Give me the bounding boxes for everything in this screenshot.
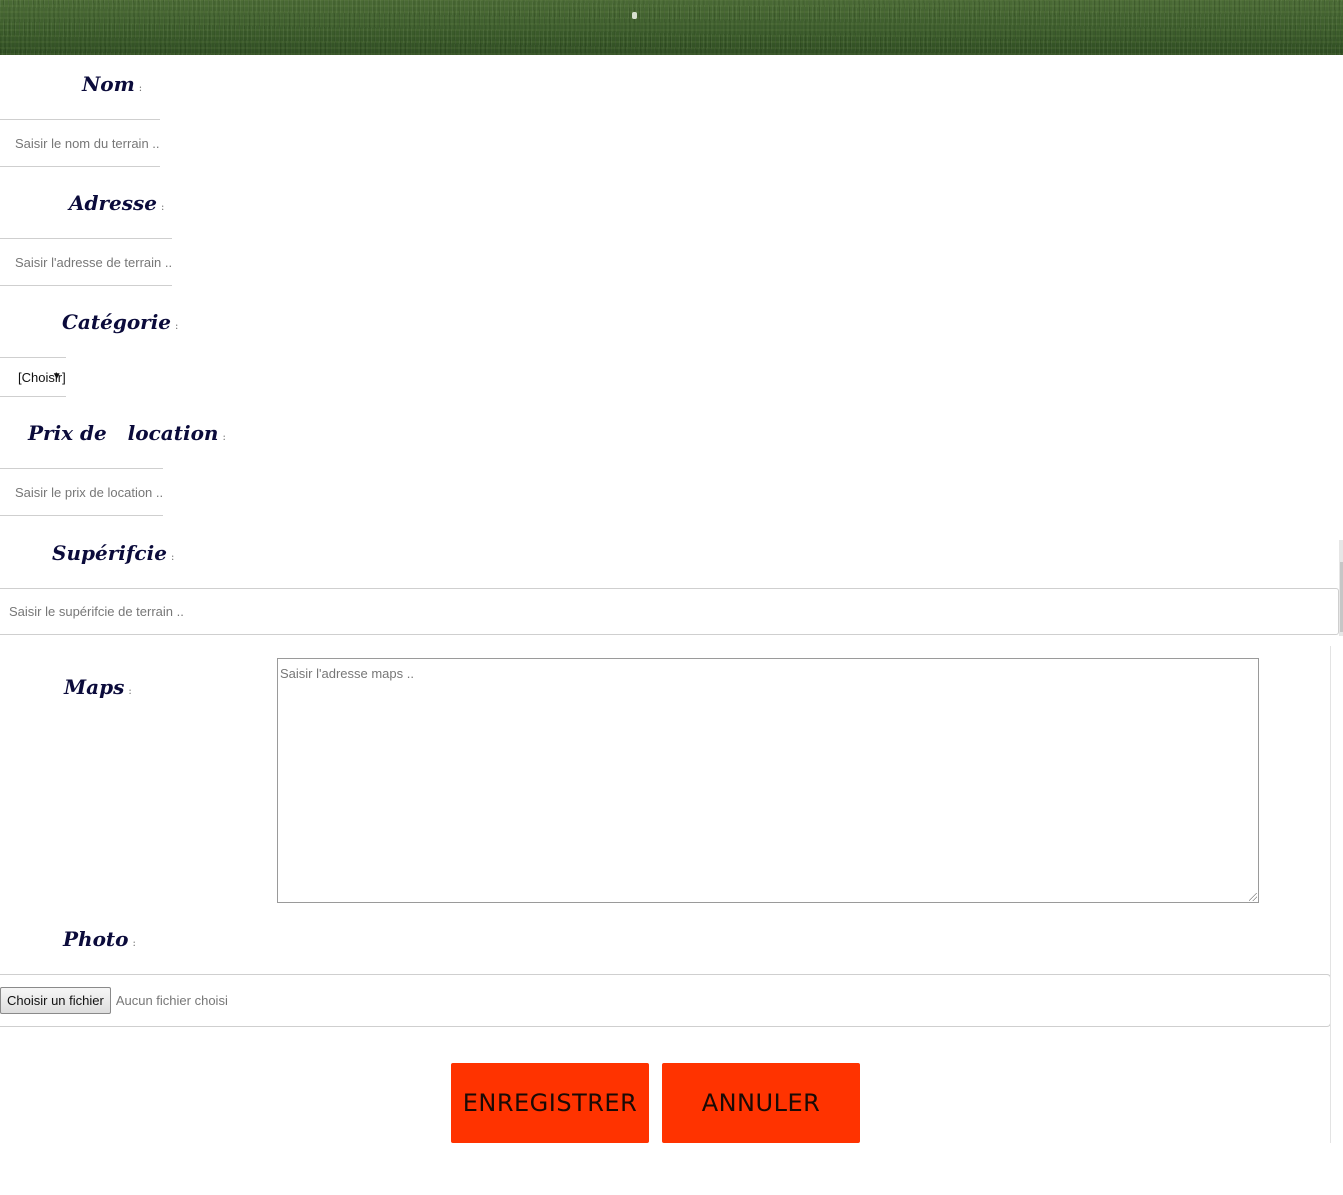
maps-label-text: Maps bbox=[64, 675, 125, 699]
categorie-label: Catégorie: bbox=[62, 310, 178, 334]
cancel-button[interactable]: ANNULER bbox=[662, 1063, 860, 1143]
maps-colon: : bbox=[128, 686, 132, 697]
nom-input[interactable]: Saisir le nom du terrain .. bbox=[0, 119, 160, 167]
superficie-input[interactable]: Saisir le supérifcie de terrain .. bbox=[0, 588, 1339, 635]
nom-placeholder: Saisir le nom du terrain .. bbox=[15, 135, 160, 151]
superficie-label-text: Supérifcie bbox=[52, 541, 167, 565]
prix-label: Prix de location: bbox=[28, 421, 226, 445]
adresse-placeholder: Saisir l'adresse de terrain .. bbox=[15, 254, 173, 270]
superficie-label: Supérifcie: bbox=[52, 541, 174, 565]
chevron-down-icon: ▼ bbox=[51, 371, 62, 382]
nom-label: Nom: bbox=[82, 72, 142, 96]
categorie-colon: : bbox=[175, 321, 179, 332]
superficie-colon: : bbox=[170, 552, 175, 563]
field-line-mark bbox=[632, 12, 637, 19]
categorie-select[interactable]: [Choisir] ▼ bbox=[0, 357, 66, 397]
adresse-label-text: Adresse bbox=[69, 191, 158, 215]
photo-colon: : bbox=[132, 938, 136, 949]
save-button[interactable]: ENREGISTRER bbox=[451, 1063, 649, 1143]
prix-placeholder: Saisir le prix de location .. bbox=[15, 484, 164, 500]
adresse-label: Adresse: bbox=[69, 191, 164, 215]
prix-label-text: Prix de location bbox=[28, 421, 219, 445]
nom-colon: : bbox=[138, 83, 143, 94]
photo-file-input: Choisir un fichier Aucun fichier choisi bbox=[0, 974, 1331, 1027]
header-grass-banner bbox=[0, 0, 1343, 55]
resize-handle-icon[interactable] bbox=[1249, 893, 1257, 901]
maps-placeholder: Saisir l'adresse maps .. bbox=[280, 666, 414, 681]
photo-label: Photo: bbox=[63, 927, 136, 951]
superficie-placeholder: Saisir le supérifcie de terrain .. bbox=[9, 604, 184, 619]
adresse-input[interactable]: Saisir l'adresse de terrain .. bbox=[0, 238, 173, 286]
file-status: Aucun fichier choisi bbox=[115, 993, 228, 1008]
nom-label-text: Nom bbox=[82, 72, 135, 96]
prix-colon: : bbox=[222, 432, 226, 443]
categorie-label-text: Catégorie bbox=[62, 310, 172, 334]
photo-label-text: Photo bbox=[63, 927, 129, 951]
prix-input[interactable]: Saisir le prix de location .. bbox=[0, 468, 164, 516]
divider bbox=[1330, 646, 1331, 1143]
maps-label: Maps: bbox=[64, 675, 132, 699]
adresse-colon: : bbox=[161, 202, 165, 213]
maps-textarea[interactable]: Saisir l'adresse maps .. bbox=[277, 658, 1259, 903]
choose-file-button[interactable]: Choisir un fichier bbox=[0, 987, 111, 1014]
